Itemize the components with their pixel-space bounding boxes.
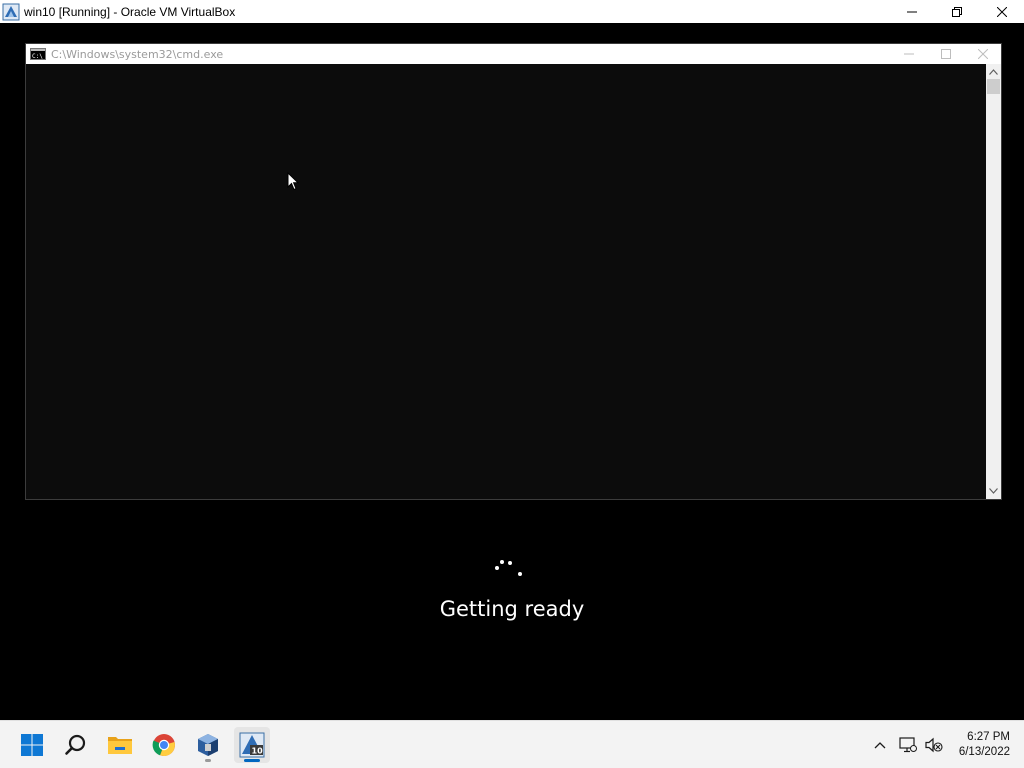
search-icon (65, 734, 86, 755)
svg-text:10: 10 (252, 747, 264, 756)
volume-button[interactable] (922, 721, 946, 768)
running-indicator (205, 759, 211, 762)
scroll-thumb[interactable] (987, 79, 1000, 94)
file-explorer-icon (108, 737, 132, 754)
chevron-up-icon (989, 69, 998, 75)
virtualbox-icon[interactable] (2, 3, 20, 21)
chevron-up-icon (874, 741, 886, 748)
maximize-icon (940, 49, 951, 59)
taskbar: 10 6:27 PM 6/13/2022 (0, 720, 1024, 768)
mouse-cursor-icon (287, 172, 299, 191)
host-titlebar: win10 [Running] - Oracle VM VirtualBox (0, 0, 1024, 23)
scroll-up-button[interactable] (986, 65, 1001, 79)
start-button[interactable] (14, 727, 50, 763)
boot-status-text: Getting ready (439, 597, 585, 621)
virtualbox-icon (198, 734, 218, 756)
svg-text:C:\: C:\ (32, 53, 43, 60)
loading-spinner-icon (495, 560, 522, 576)
search-button[interactable] (58, 727, 94, 763)
virtualbox-taskbar-button[interactable] (190, 727, 226, 763)
system-clock[interactable]: 6:27 PM 6/13/2022 (959, 730, 1010, 760)
clock-date: 6/13/2022 (958, 746, 1010, 758)
cmd-minimize-button[interactable] (890, 44, 927, 64)
win10-vm-icon: 10 (239, 732, 265, 758)
restore-icon (951, 6, 962, 17)
chrome-button[interactable] (146, 727, 182, 763)
volume-muted-icon (925, 737, 943, 753)
vertical-scrollbar[interactable] (986, 64, 1001, 499)
start-icon (21, 734, 43, 756)
minimize-icon (906, 11, 917, 12)
cmd-close-button[interactable] (964, 44, 1001, 64)
show-hidden-icons-button[interactable] (868, 721, 892, 768)
file-explorer-button[interactable] (102, 727, 138, 763)
clock-time: 6:27 PM (967, 731, 1010, 743)
cmd-titlebar[interactable]: C:\ C:\Windows\system32\cmd.exe (26, 44, 1001, 64)
close-button[interactable] (979, 0, 1024, 23)
win10-vm-taskbar-button[interactable]: 10 (234, 727, 270, 763)
cmd-window-title: C:\Windows\system32\cmd.exe (51, 47, 224, 61)
cmd-icon: C:\ (30, 48, 46, 60)
minimize-button[interactable] (889, 0, 934, 23)
vm-screen[interactable]: C:\ C:\Windows\system32\cmd.exe Getting … (0, 23, 1024, 720)
cmd-maximize-button[interactable] (927, 44, 964, 64)
close-icon (996, 6, 1007, 17)
network-button[interactable] (896, 721, 920, 768)
cmd-window[interactable]: C:\ C:\Windows\system32\cmd.exe (25, 43, 1002, 500)
minimize-icon (903, 53, 914, 55)
host-window-title: win10 [Running] - Oracle VM VirtualBox (24, 4, 236, 19)
restore-button[interactable] (934, 0, 979, 23)
active-indicator (244, 759, 260, 762)
chevron-down-icon (989, 488, 998, 494)
console-output[interactable] (26, 64, 986, 499)
chrome-icon (152, 734, 175, 757)
close-icon (977, 49, 988, 59)
network-icon (899, 737, 917, 753)
scroll-down-button[interactable] (986, 484, 1001, 498)
